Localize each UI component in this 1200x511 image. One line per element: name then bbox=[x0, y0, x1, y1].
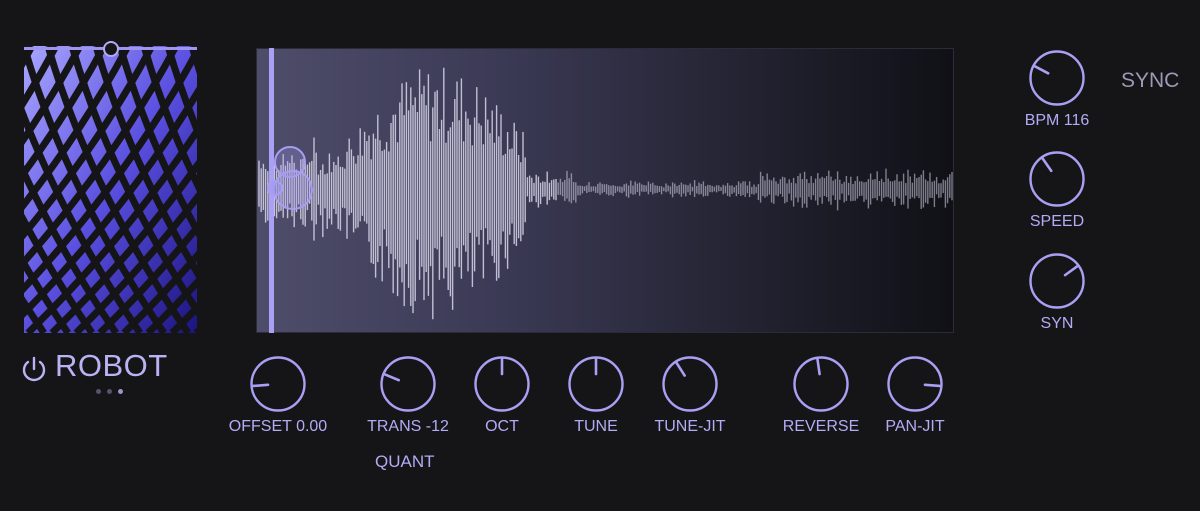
reverse-label: REVERSE bbox=[782, 418, 860, 435]
tune-knob[interactable] bbox=[567, 355, 625, 413]
knob-indicator bbox=[816, 357, 821, 376]
power-icon[interactable] bbox=[19, 354, 49, 384]
waveform-display[interactable] bbox=[256, 48, 954, 333]
grain-marker[interactable] bbox=[267, 180, 283, 196]
knob-indicator bbox=[923, 383, 942, 388]
knob-indicator bbox=[675, 361, 686, 377]
bpm-knob[interactable] bbox=[1028, 49, 1086, 107]
knob-indicator bbox=[383, 373, 401, 382]
offset-label: OFFSET 0.00 bbox=[228, 418, 328, 435]
page-dot[interactable] bbox=[107, 389, 112, 394]
tune-jit-knob[interactable] bbox=[661, 355, 719, 413]
page-dot[interactable] bbox=[96, 389, 101, 394]
oct-knob[interactable] bbox=[473, 355, 531, 413]
preset-name[interactable]: ROBOT bbox=[55, 348, 168, 384]
trans-label: TRANS -12 bbox=[367, 418, 449, 435]
speed-label: SPEED bbox=[1029, 213, 1085, 230]
reverse-knob[interactable] bbox=[792, 355, 850, 413]
preset-page-dots[interactable] bbox=[96, 389, 126, 397]
artwork-slider-handle[interactable] bbox=[103, 41, 119, 57]
speed-knob[interactable] bbox=[1028, 150, 1086, 208]
knob-indicator bbox=[251, 383, 270, 388]
pan-jit-knob[interactable] bbox=[886, 355, 944, 413]
preset-artwork bbox=[24, 46, 197, 333]
page-dot-active[interactable] bbox=[118, 389, 123, 394]
tune-label: TUNE bbox=[574, 418, 618, 435]
syn-label: SYN bbox=[1040, 315, 1074, 332]
tune-jit-label: TUNE-JIT bbox=[654, 418, 726, 435]
trans-knob[interactable] bbox=[379, 355, 437, 413]
oct-label: OCT bbox=[485, 418, 519, 435]
sync-toggle[interactable]: SYNC bbox=[1121, 69, 1179, 93]
bpm-label: BPM 116 bbox=[1024, 112, 1090, 129]
offset-knob[interactable] bbox=[249, 355, 307, 413]
knob-indicator bbox=[1041, 157, 1053, 173]
knob-indicator bbox=[1063, 265, 1079, 277]
syn-knob[interactable] bbox=[1028, 252, 1086, 310]
pan-jit-label: PAN-JIT bbox=[885, 418, 945, 435]
knob-indicator bbox=[1033, 65, 1050, 75]
quant-toggle[interactable]: QUANT bbox=[375, 452, 435, 472]
